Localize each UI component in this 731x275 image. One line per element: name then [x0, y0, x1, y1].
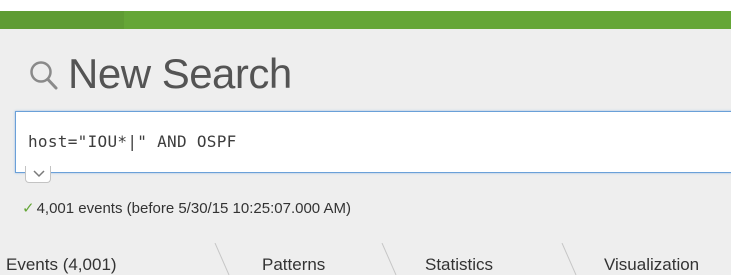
search-progress-bar	[0, 11, 731, 29]
results-tabs: Events (4,001) Patterns Statistics Visua…	[0, 243, 731, 275]
event-count-status: 4,001 events (before 5/30/15 10:25:07.00…	[36, 199, 351, 217]
search-progress-fill	[0, 11, 125, 29]
tab-divider	[214, 243, 230, 275]
chevron-down-icon	[33, 170, 45, 178]
search-status: ✓ 4,001 events (before 5/30/15 10:25:07.…	[22, 199, 351, 217]
tab-events[interactable]: Events (4,001)	[6, 255, 117, 275]
check-icon: ✓	[22, 199, 35, 217]
expand-search-toggle[interactable]	[25, 166, 51, 183]
search-icon	[28, 58, 60, 94]
top-band	[0, 0, 731, 11]
tab-divider	[381, 243, 397, 275]
tab-divider	[561, 243, 577, 275]
tab-visualization[interactable]: Visualization	[604, 255, 699, 275]
tab-statistics[interactable]: Statistics	[425, 255, 493, 275]
page-header: New Search	[28, 44, 292, 104]
page-title: New Search	[68, 50, 292, 97]
search-input-box[interactable]: host="IOU*|" AND OSPF	[15, 111, 731, 173]
search-page: New Search host="IOU*|" AND OSPF ✓ 4,001…	[0, 0, 731, 275]
tab-patterns[interactable]: Patterns	[262, 255, 325, 275]
search-input[interactable]: host="IOU*|" AND OSPF	[28, 132, 237, 151]
